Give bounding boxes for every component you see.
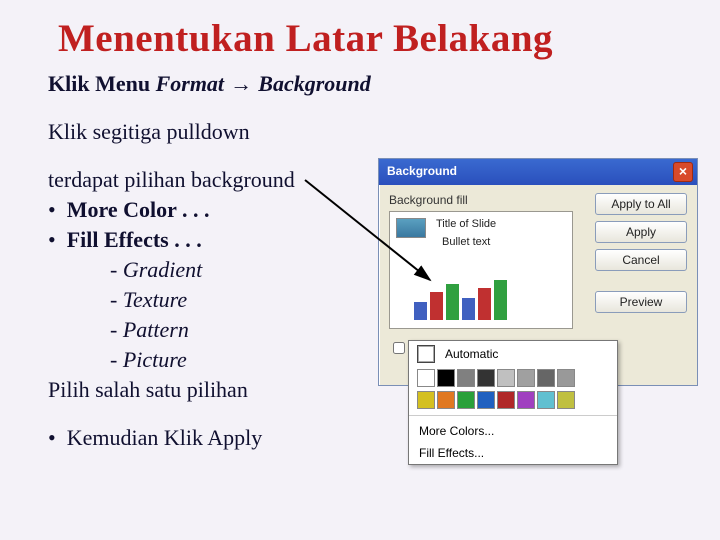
automatic-row[interactable]: Automatic (409, 341, 617, 367)
color-swatch[interactable] (457, 391, 475, 409)
apply-button[interactable]: Apply (595, 221, 687, 243)
group-label: Background fill (389, 193, 587, 207)
fill-effects-item[interactable]: Fill Effects... (409, 442, 617, 464)
color-swatch[interactable] (477, 391, 495, 409)
instruction-pulldown: Klik segitiga pulldown (48, 119, 690, 145)
omit-checkbox[interactable] (393, 342, 405, 354)
color-swatch[interactable] (497, 369, 515, 387)
instruction-menu-path: Klik Menu Format → Background (48, 71, 690, 97)
close-icon[interactable]: × (673, 162, 693, 182)
color-swatch[interactable] (417, 369, 435, 387)
slide-title: Menentukan Latar Belakang (58, 16, 690, 61)
swatch-row-1 (409, 367, 617, 389)
dialog-titlebar: Background × (379, 159, 697, 185)
preview-title: Title of Slide (436, 218, 496, 230)
color-swatch[interactable] (557, 391, 575, 409)
color-swatch[interactable] (517, 391, 535, 409)
color-picker-dropdown: Automatic More Colors... Fill Effects... (408, 340, 618, 465)
color-swatch[interactable] (437, 369, 455, 387)
color-swatch[interactable] (457, 369, 475, 387)
color-swatch[interactable] (537, 369, 555, 387)
color-swatch[interactable] (417, 391, 435, 409)
color-swatch[interactable] (557, 369, 575, 387)
color-swatch[interactable] (517, 369, 535, 387)
more-colors-item[interactable]: More Colors... (409, 420, 617, 442)
background-preview: Title of Slide Bullet text (389, 211, 573, 329)
color-swatch[interactable] (497, 391, 515, 409)
swatch-row-2 (409, 389, 617, 411)
color-swatch[interactable] (477, 369, 495, 387)
color-swatch[interactable] (437, 391, 455, 409)
preview-chart (414, 278, 507, 320)
apply-all-button[interactable]: Apply to All (595, 193, 687, 215)
automatic-swatch (417, 345, 435, 363)
preview-button[interactable]: Preview (595, 291, 687, 313)
preview-bullet: Bullet text (442, 236, 490, 248)
preview-thumb (396, 218, 426, 238)
color-swatch[interactable] (537, 391, 555, 409)
cancel-button[interactable]: Cancel (595, 249, 687, 271)
